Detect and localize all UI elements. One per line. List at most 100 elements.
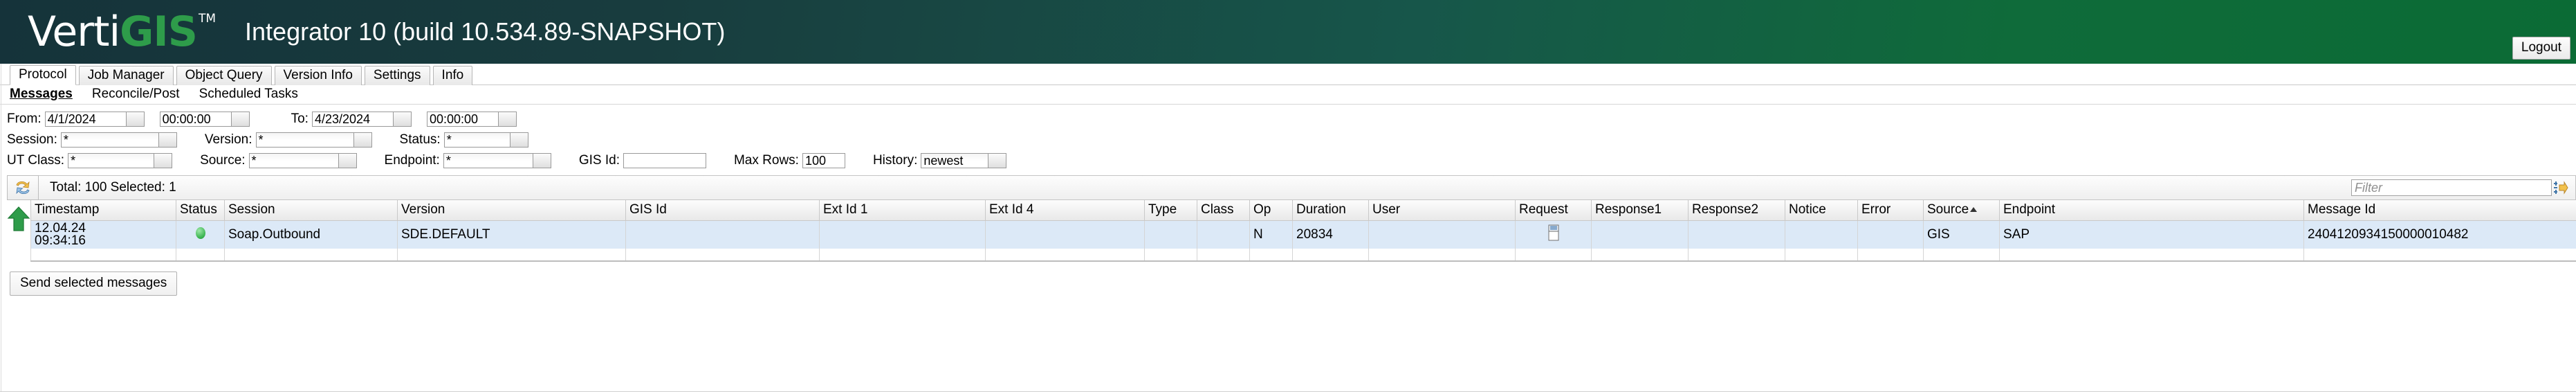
cell-gis-id <box>625 220 820 249</box>
utclass-field-group: UT Class: <box>7 153 173 168</box>
grid-status-bar: Total: 100 Selected: 1 <box>39 175 2576 200</box>
col-type[interactable]: Type <box>1144 200 1197 221</box>
status-field-group: Status: <box>400 132 528 148</box>
version-input[interactable] <box>255 132 354 148</box>
source-label: Source: <box>200 153 246 168</box>
history-dropdown-button[interactable] <box>988 153 1007 168</box>
cell-endpoint: SAP <box>1999 220 2304 249</box>
source-dropdown-button[interactable] <box>338 153 357 168</box>
source-input[interactable] <box>248 153 339 168</box>
send-up-arrow-icon[interactable] <box>7 206 30 232</box>
send-selected-messages-button[interactable]: Send selected messages <box>10 271 178 296</box>
to-date-input[interactable] <box>311 112 394 127</box>
filter-row-session: Session: Version: Status: <box>7 130 2576 150</box>
footer-actions: Send selected messages <box>0 262 2576 296</box>
apply-filter-button[interactable] <box>2552 181 2570 195</box>
cell-response2 <box>1688 220 1785 249</box>
status-dropdown-button[interactable] <box>510 132 528 148</box>
ut-class-input[interactable] <box>68 153 155 168</box>
version-label: Version: <box>204 132 252 147</box>
empty-cell <box>30 249 176 262</box>
version-field-group: Version: <box>205 132 372 148</box>
endpoint-label: Endpoint: <box>384 153 440 168</box>
app-header: Verti GIS TM Integrator 10 (build 10.534.8… <box>0 0 2576 64</box>
refresh-messages-icon <box>16 181 30 195</box>
col-version[interactable]: Version <box>397 200 626 221</box>
apply-filter-icon <box>2554 181 2568 195</box>
subtab-messages[interactable]: Messages <box>10 87 73 102</box>
tab-protocol[interactable]: Protocol <box>10 65 76 85</box>
to-time-stepper[interactable] <box>498 112 517 127</box>
col-duration[interactable]: Duration <box>1292 200 1369 221</box>
tab-job-manager[interactable]: Job Manager <box>78 66 174 85</box>
endpoint-dropdown-button[interactable] <box>533 153 551 168</box>
cell-request[interactable] <box>1515 220 1592 249</box>
history-input[interactable] <box>921 153 989 168</box>
col-source[interactable]: Source <box>1923 200 2000 221</box>
messages-table: Timestamp Status Session Version GIS Id … <box>30 200 2576 262</box>
cell-ext-id-4 <box>985 220 1145 249</box>
col-endpoint[interactable]: Endpoint <box>1999 200 2304 221</box>
grid-filter-input[interactable] <box>2351 179 2552 196</box>
empty-cell <box>1368 249 1516 262</box>
endpoint-field-group: Endpoint: <box>385 153 551 168</box>
timestamp-time: 09:34:16 <box>35 233 86 248</box>
col-ext-id-1[interactable]: Ext Id 1 <box>819 200 986 221</box>
cell-class <box>1197 220 1250 249</box>
tab-settings[interactable]: Settings <box>364 66 430 85</box>
from-time-input[interactable] <box>159 112 232 127</box>
status-input[interactable] <box>443 132 510 148</box>
session-dropdown-button[interactable] <box>158 132 177 148</box>
empty-cell <box>2303 249 2576 262</box>
grid-side-actions <box>7 200 30 262</box>
gisid-field-group: GIS Id: <box>579 153 706 168</box>
col-session[interactable]: Session <box>224 200 398 221</box>
filter-form: From: To: Session: Version: <box>0 105 2576 172</box>
endpoint-input[interactable] <box>443 153 533 168</box>
tab-info[interactable]: Info <box>432 66 473 85</box>
empty-cell <box>1923 249 2000 262</box>
col-status[interactable]: Status <box>176 200 225 221</box>
col-error[interactable]: Error <box>1857 200 1924 221</box>
ut-class-label: UT Class: <box>7 153 65 168</box>
col-op[interactable]: Op <box>1249 200 1293 221</box>
session-label: Session: <box>7 132 57 147</box>
grid-toolbar: Total: 100 Selected: 1 <box>7 175 2576 200</box>
max-rows-input[interactable] <box>802 153 845 168</box>
table-row[interactable]: 12.04.24 09:34:16 Soap.Outbound SDE.DEFA… <box>30 220 2576 249</box>
trademark-icon: TM <box>198 12 217 26</box>
subtab-reconcile-post[interactable]: Reconcile/Post <box>92 87 180 102</box>
refresh-messages-button[interactable] <box>7 175 39 200</box>
col-user[interactable]: User <box>1368 200 1516 221</box>
to-date-picker-button[interactable] <box>393 112 412 127</box>
empty-cell <box>625 249 820 262</box>
table-empty-row <box>30 249 2576 262</box>
col-response2[interactable]: Response2 <box>1688 200 1785 221</box>
history-field-group: History: <box>873 153 1007 168</box>
session-input[interactable] <box>60 132 159 148</box>
col-message-id[interactable]: Message Id <box>2303 200 2576 221</box>
cell-response1 <box>1591 220 1689 249</box>
col-timestamp[interactable]: Timestamp <box>30 200 176 221</box>
from-date-input[interactable] <box>44 112 127 127</box>
subtab-scheduled-tasks[interactable]: Scheduled Tasks <box>199 87 298 102</box>
col-ext-id-4[interactable]: Ext Id 4 <box>985 200 1145 221</box>
col-source-label: Source <box>1927 202 1969 217</box>
col-request[interactable]: Request <box>1515 200 1592 221</box>
cell-op: N <box>1249 220 1293 249</box>
version-dropdown-button[interactable] <box>353 132 372 148</box>
gis-id-input[interactable] <box>623 153 706 168</box>
from-time-stepper[interactable] <box>231 112 250 127</box>
ut-class-dropdown-button[interactable] <box>154 153 173 168</box>
to-field-group: To: <box>291 112 412 127</box>
logout-button[interactable]: Logout <box>2512 37 2570 60</box>
col-class[interactable]: Class <box>1197 200 1250 221</box>
empty-cell <box>819 249 986 262</box>
col-notice[interactable]: Notice <box>1785 200 1858 221</box>
tab-version-info[interactable]: Version Info <box>274 66 362 85</box>
col-response1[interactable]: Response1 <box>1591 200 1689 221</box>
to-time-input[interactable] <box>426 112 499 127</box>
from-date-picker-button[interactable] <box>126 112 145 127</box>
col-gis-id[interactable]: GIS Id <box>625 200 820 221</box>
tab-object-query[interactable]: Object Query <box>176 66 272 85</box>
